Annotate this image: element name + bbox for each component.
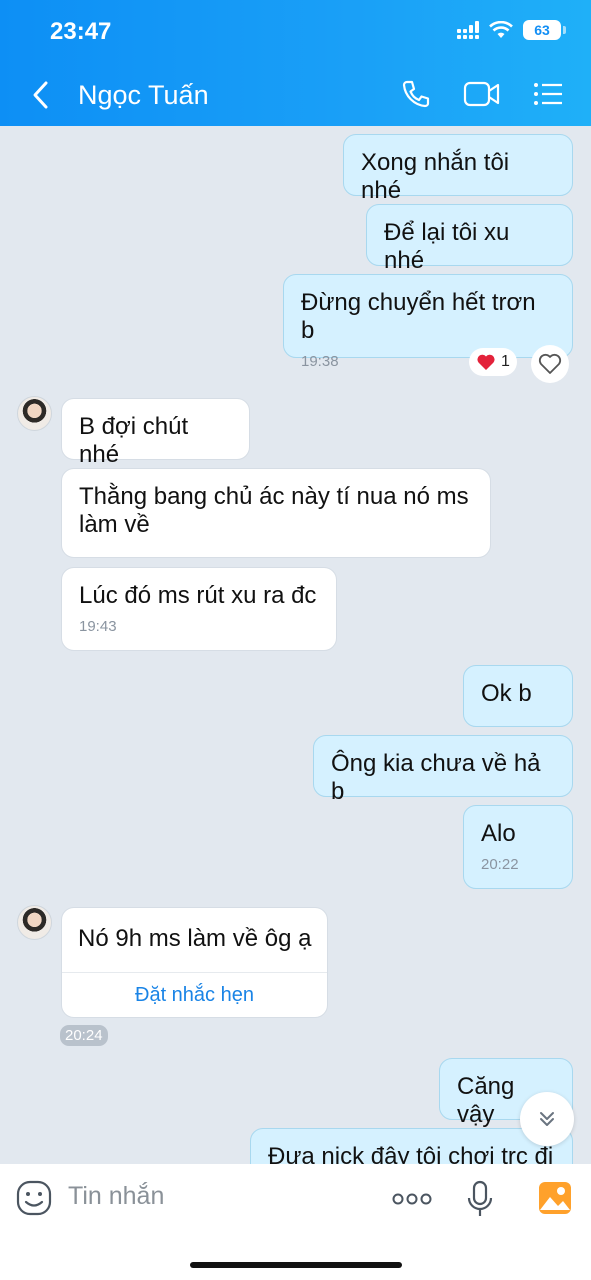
message-text: B đợi chút nhé: [79, 413, 189, 468]
voice-message-button[interactable]: [467, 1180, 493, 1223]
divider: [62, 972, 327, 973]
photo-picker-button[interactable]: [537, 1180, 573, 1221]
signal-icon: [457, 21, 479, 39]
message-text: Đưa nick đây tôi chơi trc đi: [268, 1143, 554, 1164]
avatar[interactable]: [17, 396, 52, 431]
status-icons: 63: [457, 20, 566, 40]
image-icon: [539, 1182, 571, 1214]
message-bubble-outgoing[interactable]: Ông kia chưa về hả b: [313, 735, 573, 805]
react-button[interactable]: [531, 345, 569, 383]
list-icon: [534, 83, 562, 105]
message-bubble-outgoing[interactable]: Để lại tôi xu nhé: [366, 204, 573, 274]
message-text: Nó 9h ms làm về ôg ạ: [78, 925, 312, 952]
message-bubble-outgoing[interactable]: Alo 20:22: [463, 805, 573, 889]
reaction-count: 1: [501, 353, 510, 370]
set-reminder-link[interactable]: Đặt nhắc hẹn: [62, 984, 327, 1007]
message-text: Alo: [481, 820, 516, 847]
message-timestamp: 20:22: [481, 856, 519, 873]
message-text: Căng vậy: [457, 1073, 515, 1128]
heart-outline-icon: [538, 353, 562, 374]
more-options-button[interactable]: [392, 1192, 432, 1210]
message-bubble-incoming[interactable]: B đợi chút nhé: [61, 398, 250, 468]
voice-call-button[interactable]: [400, 78, 432, 115]
message-text: Thằng bang chủ ác này tí nua nó ms làm v…: [79, 483, 469, 538]
avatar[interactable]: [17, 905, 52, 940]
message-bubble-incoming[interactable]: Nó 9h ms làm về ôg ạ Đặt nhắc hẹn: [61, 907, 328, 1018]
chevron-left-icon: [33, 81, 48, 109]
message-bubble-outgoing[interactable]: Ok b: [463, 665, 573, 727]
home-indicator: [190, 1262, 402, 1268]
message-timestamp: 19:43: [79, 618, 117, 635]
sticker-icon: [16, 1180, 52, 1216]
chat-options-button[interactable]: [532, 78, 564, 115]
message-bubble-outgoing[interactable]: Đừng chuyển hết trơn b 19:38: [283, 274, 573, 370]
message-text: Xong nhắn tôi nhé: [361, 149, 510, 204]
reaction-badge[interactable]: 1: [469, 348, 517, 376]
video-call-button[interactable]: [463, 78, 501, 115]
message-text: Ông kia chưa về hả b: [331, 750, 541, 805]
message-bubble-outgoing[interactable]: Xong nhắn tôi nhé: [343, 134, 573, 204]
status-time: 23:47: [50, 18, 112, 45]
message-timestamp: 20:24: [60, 1025, 108, 1046]
phone-icon: [402, 80, 430, 108]
message-bubble-incoming[interactable]: Thằng bang chủ ác này tí nua nó ms làm v…: [61, 468, 491, 558]
message-input[interactable]: Tin nhắn: [68, 1182, 164, 1211]
message-text: Đừng chuyển hết trơn b: [301, 289, 536, 344]
more-dots-icon: [392, 1193, 432, 1205]
message-composer: Tin nhắn: [0, 1164, 591, 1280]
message-list[interactable]: Xong nhắn tôi nhé Để lại tôi xu nhé Đừng…: [0, 126, 591, 1164]
chat-header: 23:47 63 Ngọc Tuấn: [0, 0, 591, 126]
double-chevron-down-icon: [540, 1112, 554, 1126]
contact-name[interactable]: Ngọc Tuấn: [78, 80, 209, 111]
wifi-icon: [489, 21, 513, 38]
sticker-button[interactable]: [16, 1180, 52, 1221]
message-text: Ok b: [481, 680, 532, 707]
message-text: Để lại tôi xu nhé: [384, 219, 510, 274]
heart-icon: [477, 354, 495, 370]
back-button[interactable]: [30, 80, 52, 115]
message-bubble-incoming[interactable]: Lúc đó ms rút xu ra đc 19:43: [61, 567, 337, 651]
message-text: Lúc đó ms rút xu ra đc: [79, 582, 317, 609]
video-camera-icon: [463, 81, 500, 107]
scroll-to-bottom-button[interactable]: [520, 1092, 574, 1146]
microphone-icon: [467, 1180, 493, 1216]
battery-indicator: 63: [523, 20, 566, 40]
